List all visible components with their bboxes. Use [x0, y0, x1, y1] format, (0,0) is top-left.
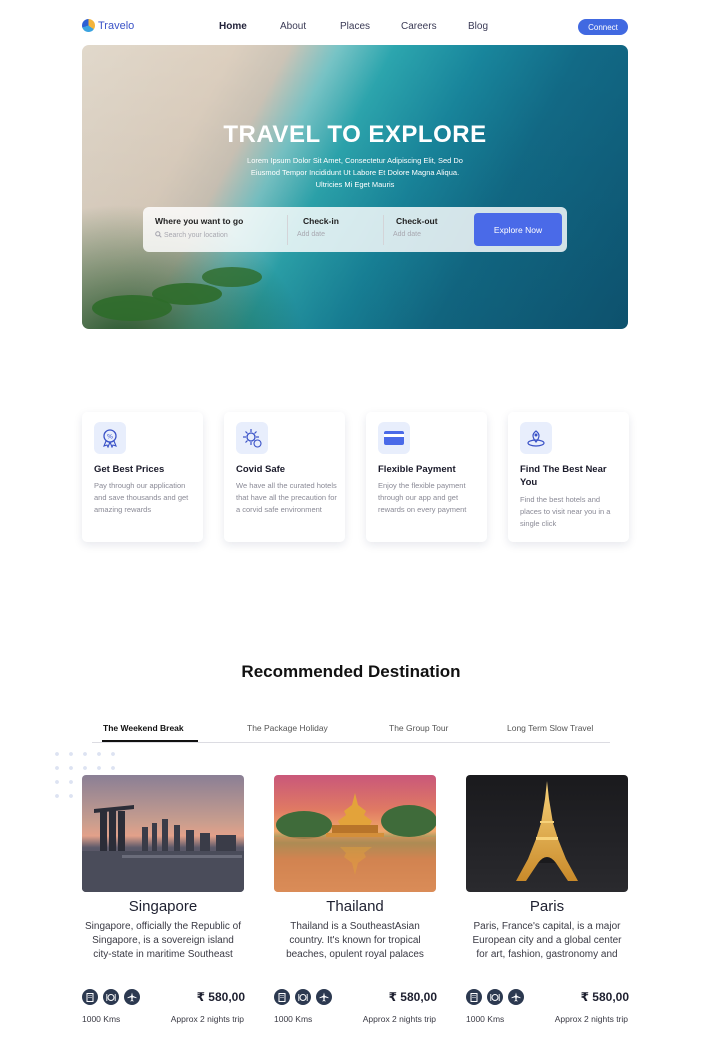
- hotel-icon: [82, 989, 98, 1005]
- distance-label: 1000 Kms: [466, 1014, 505, 1024]
- amenity-icons: [466, 989, 524, 1005]
- svg-text:%: %: [107, 433, 113, 441]
- nav-blog[interactable]: Blog: [468, 21, 488, 32]
- destination-desc: Thailand is a SoutheastAsian country. It…: [286, 921, 424, 960]
- feature-card-best-prices: % Get Best Prices Pay through our applic…: [82, 412, 203, 542]
- tab-weekend-break[interactable]: The Weekend Break: [103, 723, 184, 733]
- feature-desc: We have all the curated hotels that have…: [236, 481, 337, 514]
- nav-places[interactable]: Places: [340, 21, 370, 32]
- tab-package-holiday[interactable]: The Package Holiday: [247, 723, 328, 733]
- section-title: Recommended Destination: [241, 662, 461, 681]
- hotel-icon: [466, 989, 482, 1005]
- destination-desc: Paris, France's capital, is a major Euro…: [472, 921, 622, 960]
- location-pin-icon: [520, 422, 552, 454]
- search-bar: Where you want to go Search your locatio…: [143, 207, 567, 252]
- destination-price: ₹ 580,00: [580, 990, 629, 1004]
- hero-banner: TRAVEL TO EXPLORE Lorem Ipsum Dolor Sit …: [82, 45, 628, 329]
- checkout-field[interactable]: Check-out Add date: [393, 216, 438, 238]
- divider: [287, 215, 288, 245]
- search-icon: [155, 231, 162, 238]
- where-placeholder: Search your location: [163, 232, 228, 239]
- food-icon: [487, 989, 503, 1005]
- hero-title: TRAVEL TO EXPLORE: [223, 121, 487, 148]
- virus-shield-icon: [236, 422, 268, 454]
- palm-tree-decor: [152, 283, 222, 305]
- feature-title: Find The Best Near You: [520, 464, 607, 488]
- active-tab-indicator: [102, 740, 198, 742]
- destination-name[interactable]: Thailand: [274, 898, 436, 915]
- where-field[interactable]: Where you want to go Search your locatio…: [155, 216, 243, 239]
- checkin-field[interactable]: Check-in Add date: [297, 216, 339, 238]
- distance-label: 1000 Kms: [274, 1014, 313, 1024]
- flight-icon: [124, 989, 140, 1005]
- food-icon: [103, 989, 119, 1005]
- feature-desc: Pay through our application and save tho…: [94, 481, 189, 514]
- palm-tree-decor: [202, 267, 262, 287]
- tab-long-term-slow-travel[interactable]: Long Term Slow Travel: [507, 723, 593, 733]
- destination-name[interactable]: Paris: [466, 898, 628, 915]
- explore-now-button[interactable]: Explore Now: [474, 213, 562, 246]
- feature-title: Get Best Prices: [94, 464, 165, 475]
- destination-image-singapore[interactable]: [82, 775, 244, 892]
- feature-title: Flexible Payment: [378, 464, 456, 475]
- nav-careers[interactable]: Careers: [401, 21, 437, 32]
- checkout-placeholder[interactable]: Add date: [393, 231, 438, 238]
- credit-card-icon: [378, 422, 410, 454]
- feature-desc: Find the best hotels and places to visit…: [520, 495, 611, 528]
- discount-badge-icon: %: [94, 422, 126, 454]
- destination-price: ₹ 580,00: [196, 990, 245, 1004]
- feature-card-flexible-payment: Flexible Payment Enjoy the flexible paym…: [366, 412, 487, 542]
- feature-title: Covid Safe: [236, 464, 286, 475]
- tabs-divider: [92, 742, 610, 743]
- duration-label: Approx 2 nights trip: [170, 1014, 244, 1024]
- tab-group-tour[interactable]: The Group Tour: [389, 723, 448, 733]
- checkout-label: Check-out: [396, 216, 438, 226]
- where-input[interactable]: Search your location: [155, 231, 243, 239]
- hotel-icon: [274, 989, 290, 1005]
- flight-icon: [508, 989, 524, 1005]
- food-icon: [295, 989, 311, 1005]
- destination-price: ₹ 580,00: [388, 990, 437, 1004]
- feature-card-covid-safe: Covid Safe We have all the curated hotel…: [224, 412, 345, 542]
- nav-home[interactable]: Home: [219, 21, 247, 32]
- amenity-icons: [82, 989, 140, 1005]
- feature-card-near-you: Find The Best Near You Find the best hot…: [508, 412, 629, 542]
- checkin-label: Check-in: [303, 216, 339, 226]
- distance-label: 1000 Kms: [82, 1014, 121, 1024]
- duration-label: Approx 2 nights trip: [362, 1014, 436, 1024]
- duration-label: Approx 2 nights trip: [554, 1014, 628, 1024]
- destination-image-thailand[interactable]: [274, 775, 436, 892]
- amenity-icons: [274, 989, 332, 1005]
- flight-icon: [316, 989, 332, 1005]
- divider: [383, 215, 384, 245]
- nav-about[interactable]: About: [280, 21, 306, 32]
- connect-button[interactable]: Connect: [578, 19, 628, 35]
- hero-subtitle: Lorem Ipsum Dolor Sit Amet, Consectetur …: [247, 156, 463, 189]
- checkin-placeholder[interactable]: Add date: [297, 231, 339, 238]
- feature-desc: Enjoy the flexible payment through our a…: [378, 481, 467, 514]
- destination-desc: Singapore, officially the Republic of Si…: [84, 921, 242, 960]
- where-label: Where you want to go: [155, 216, 244, 226]
- destination-name[interactable]: Singapore: [82, 898, 244, 915]
- destination-image-paris[interactable]: [466, 775, 628, 892]
